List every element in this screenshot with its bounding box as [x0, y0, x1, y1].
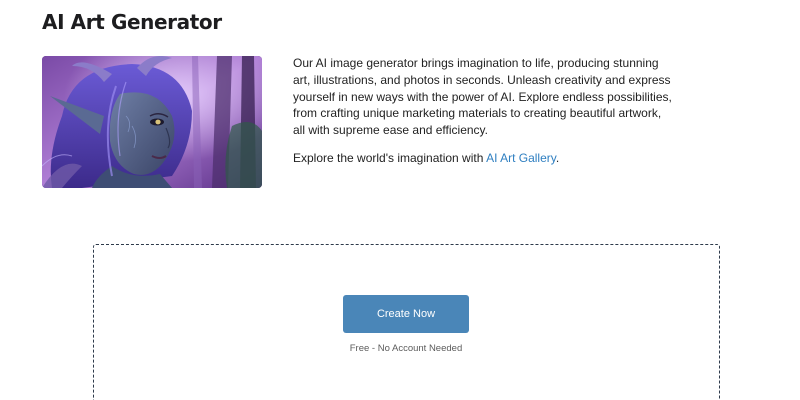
- create-now-button[interactable]: Create Now: [343, 295, 469, 333]
- gallery-suffix: .: [555, 150, 560, 165]
- page: AI Art Generator Our AI image generator …: [0, 0, 800, 400]
- elf-portrait-illustration: [42, 56, 262, 188]
- intro-text: Our AI image generator brings imaginatio…: [293, 55, 673, 167]
- gallery-line: Explore the world's imagination with AI …: [293, 150, 673, 167]
- intro-paragraph: Our AI image generator brings imaginatio…: [293, 56, 672, 138]
- ai-art-gallery-link[interactable]: AI Art Gallery: [486, 151, 556, 165]
- gallery-prefix: Explore the world's imagination with: [293, 150, 487, 165]
- free-note: Free - No Account Needed: [349, 343, 463, 354]
- hero-image: [42, 56, 262, 188]
- page-title: AI Art Generator: [42, 10, 222, 34]
